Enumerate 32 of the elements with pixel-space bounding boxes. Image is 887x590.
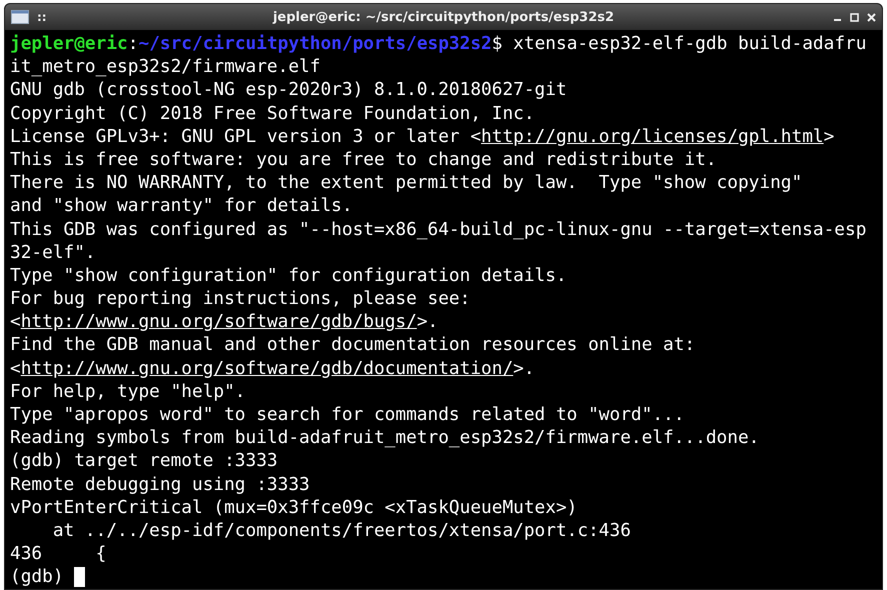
terminal-line: For bug reporting instructions, please see: (10, 287, 470, 310)
terminal-line: vPortEnterCritical (mux=0x3ffce09c <xTaskQueueMutex>) (10, 496, 578, 519)
terminal-line: at ../../esp-idf/components/freertos/xtensa/port.c:436 (52, 518, 631, 542)
terminal-icon (11, 10, 29, 24)
terminal-line: Copyright (C) 2018 Free Software Foundation, Inc. (10, 102, 535, 125)
terminal-line: For help, type "help". (10, 380, 246, 404)
terminal-line: 436 { (10, 542, 106, 566)
maximize-icon[interactable] (850, 12, 859, 22)
terminal-line: jepler@eric:~/src/circuitpython/ports/esp32s2$ xtensa-esp32-elf-gdb build-adafru (10, 32, 866, 56)
terminal-line: 32-elf". (10, 240, 96, 264)
terminal-line: (gdb) (10, 565, 65, 589)
terminal-line: Find the GDB manual and other documentation resources online at: (10, 333, 696, 357)
terminal-line: License GPLv3+: GNU GPL version 3 or later <http://gnu.org/licenses/gpl.html> (10, 124, 834, 148)
terminal-line: it_metro_esp32s2/firmware.elf (10, 55, 320, 78)
terminal-line: Type "apropos word" to search for commands related to "word"... (10, 403, 684, 426)
terminal-line: and "show warranty" for details. (10, 194, 353, 218)
terminal-line: (gdb) target remote :3333 (10, 449, 278, 473)
menu-glyph[interactable]: :: (37, 10, 47, 24)
terminal-line: This GDB was configured as "--host=x86_64-build_pc-linux-gnu --target=xtensa-esp (10, 218, 866, 241)
close-icon[interactable] (867, 12, 876, 22)
terminal-line: <http://www.gnu.org/software/gdb/bugs/>. (10, 310, 438, 334)
terminal-line: Remote debugging using :3333 (10, 472, 310, 496)
link[interactable]: http://gnu.org/licenses/gpl.html (481, 126, 824, 147)
terminal-line: Type "show configuration" for configuration details. (10, 264, 567, 288)
terminal-line: <http://www.gnu.org/software/gdb/documentation/>. (10, 356, 535, 380)
window-title: jepler@eric: ~/src/circuitpython/ports/esp32s2 (272, 10, 616, 24)
link[interactable]: http://www.gnu.org/software/gdb/bugs/ (20, 311, 417, 332)
link[interactable]: http://www.gnu.org/software/gdb/documentation/ (20, 358, 514, 379)
terminal-line: GNU gdb (crosstool-NG esp-2020r3) 8.1.0.20180627-git (10, 78, 567, 102)
terminal-line: This is free software: you are free to change and redistribute it. (10, 148, 717, 172)
terminal-line: Reading symbols from build-adafruit_metro_esp32s2/firmware.elf...done. (10, 426, 760, 450)
terminal-line: There is NO WARRANTY, to the extent permitted by law. Type "show copying" (10, 171, 802, 194)
